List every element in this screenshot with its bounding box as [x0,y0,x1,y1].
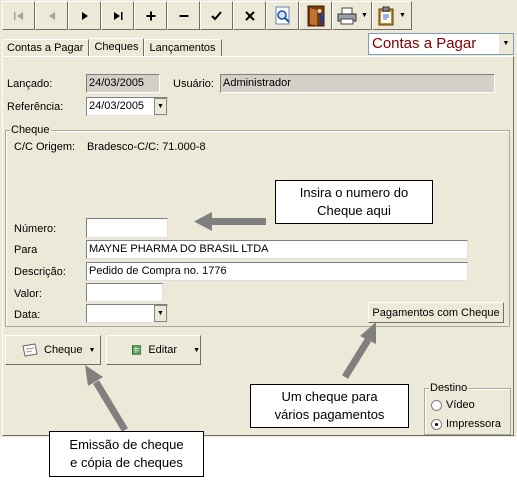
callout-numero-line-2: Cheque aqui [317,203,391,218]
callout-numero-hint: Insira o numero do Cheque aqui [275,180,433,224]
callout-emissao-line-2: e cópia de cheques [70,455,183,470]
callout-pagamentos-hint: Um cheque para vários pagamentos [250,384,409,428]
arrow-to-pagamentos [342,322,376,379]
callout-emissao-hint: Emissão de cheque e cópia de cheques [49,431,204,477]
arrow-to-cheque-button [85,365,128,432]
callout-emissao-line-1: Emissão de cheque [69,437,184,452]
callout-pagamentos-line-1: Um cheque para [281,389,378,404]
callout-numero-line-1: Insira o numero do [299,185,409,200]
callout-pagamentos-line-2: vários pagamentos [274,407,385,422]
arrow-to-numero [194,212,266,231]
